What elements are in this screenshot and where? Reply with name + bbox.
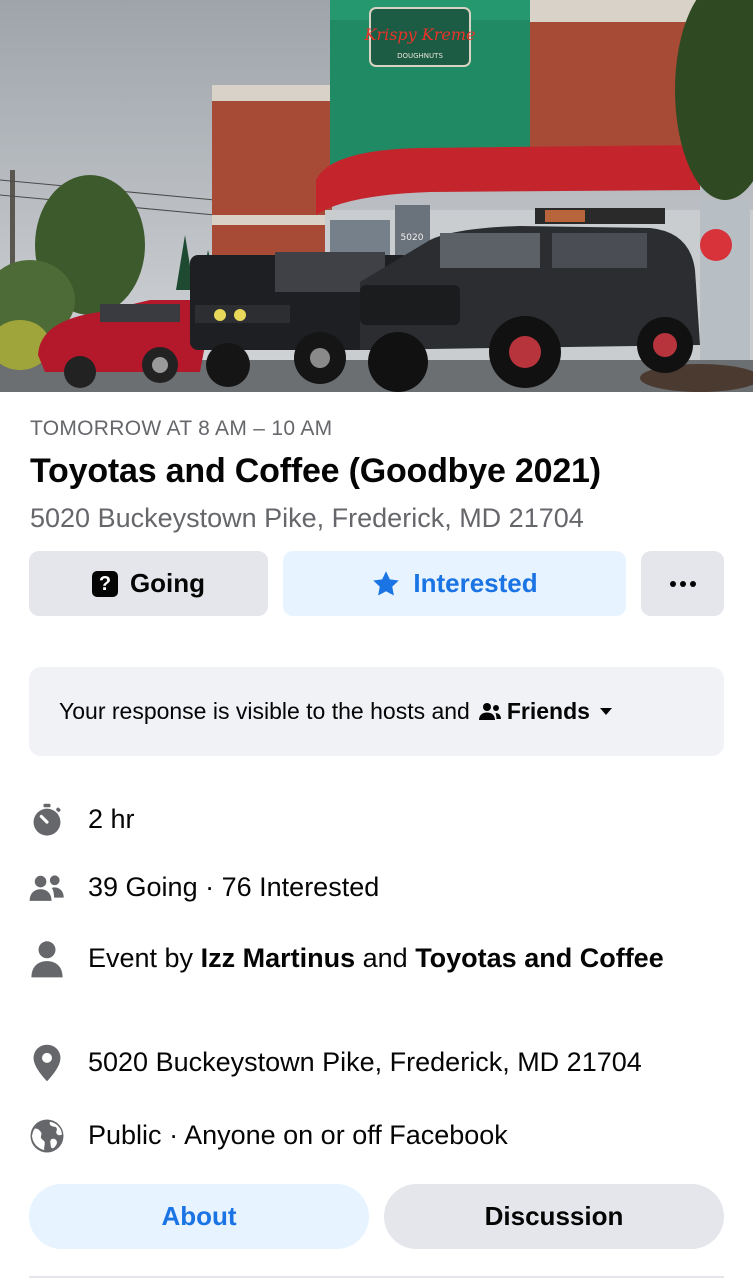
attendance-row[interactable]: 39 Going · 76 Interested bbox=[28, 869, 728, 907]
tab-discussion[interactable]: Discussion bbox=[384, 1184, 724, 1249]
friends-icon bbox=[478, 702, 501, 720]
host-joiner: and bbox=[362, 943, 408, 973]
going-count: 39 Going bbox=[88, 872, 198, 902]
host-link-2[interactable]: Toyotas and Coffee bbox=[415, 943, 664, 973]
door-number: 5020 bbox=[401, 233, 424, 243]
hosts-row: Event by Izz Martinus and Toyotas and Co… bbox=[28, 940, 728, 978]
visibility-text: Your response is visible to the hosts an… bbox=[59, 698, 470, 724]
going-button[interactable]: ? Going bbox=[29, 551, 268, 616]
event-cover-photo[interactable]: Krispy Kreme DOUGHNUTS 5020 bbox=[0, 0, 753, 392]
dropdown-caret-icon bbox=[599, 708, 612, 715]
response-visibility-note: Your response is visible to the hosts an… bbox=[29, 667, 724, 756]
duration-row: 2 hr bbox=[28, 801, 728, 839]
group-icon bbox=[28, 869, 66, 907]
attendance-separator: · bbox=[205, 872, 215, 902]
person-icon bbox=[28, 940, 66, 978]
privacy-detail: Anyone on or off Facebook bbox=[184, 1120, 508, 1150]
audience-label: Friends bbox=[506, 698, 590, 724]
krispy-kreme-sign: Krispy Kreme bbox=[363, 25, 475, 44]
location-pin-icon bbox=[28, 1044, 66, 1082]
event-date-time: TOMORROW AT 8 AM – 10 AM bbox=[30, 417, 333, 440]
interested-button[interactable]: Interested bbox=[283, 551, 626, 616]
question-box-icon: ? bbox=[91, 570, 118, 597]
audience-selector[interactable]: Friends bbox=[478, 698, 612, 725]
cover-photo-illustration: Krispy Kreme DOUGHNUTS 5020 bbox=[0, 0, 753, 392]
privacy-label: Public bbox=[88, 1120, 162, 1150]
event-title: Toyotas and Coffee (Goodbye 2021) bbox=[30, 452, 601, 490]
stopwatch-icon bbox=[28, 801, 66, 839]
section-divider bbox=[29, 1276, 724, 1278]
doughnuts-sign: DOUGHNUTS bbox=[397, 52, 443, 60]
host-prefix: Event by bbox=[88, 943, 194, 973]
event-address[interactable]: 5020 Buckeystown Pike, Frederick, MD 217… bbox=[30, 503, 584, 534]
interested-count: 76 Interested bbox=[221, 872, 380, 902]
star-icon bbox=[371, 569, 401, 599]
globe-icon bbox=[28, 1117, 66, 1155]
interested-button-label: Interested bbox=[413, 568, 538, 598]
more-options-button[interactable] bbox=[641, 551, 724, 616]
duration-text: 2 hr bbox=[88, 804, 135, 834]
location-text: 5020 Buckeystown Pike, Frederick, MD 217… bbox=[88, 1047, 642, 1077]
more-dots-icon bbox=[669, 580, 696, 587]
privacy-separator: · bbox=[169, 1120, 179, 1150]
going-button-label: Going bbox=[129, 568, 206, 598]
host-link-1[interactable]: Izz Martinus bbox=[201, 943, 356, 973]
tab-about[interactable]: About bbox=[29, 1184, 369, 1249]
location-row[interactable]: 5020 Buckeystown Pike, Frederick, MD 217… bbox=[28, 1044, 728, 1082]
privacy-row: Public · Anyone on or off Facebook bbox=[28, 1117, 728, 1155]
